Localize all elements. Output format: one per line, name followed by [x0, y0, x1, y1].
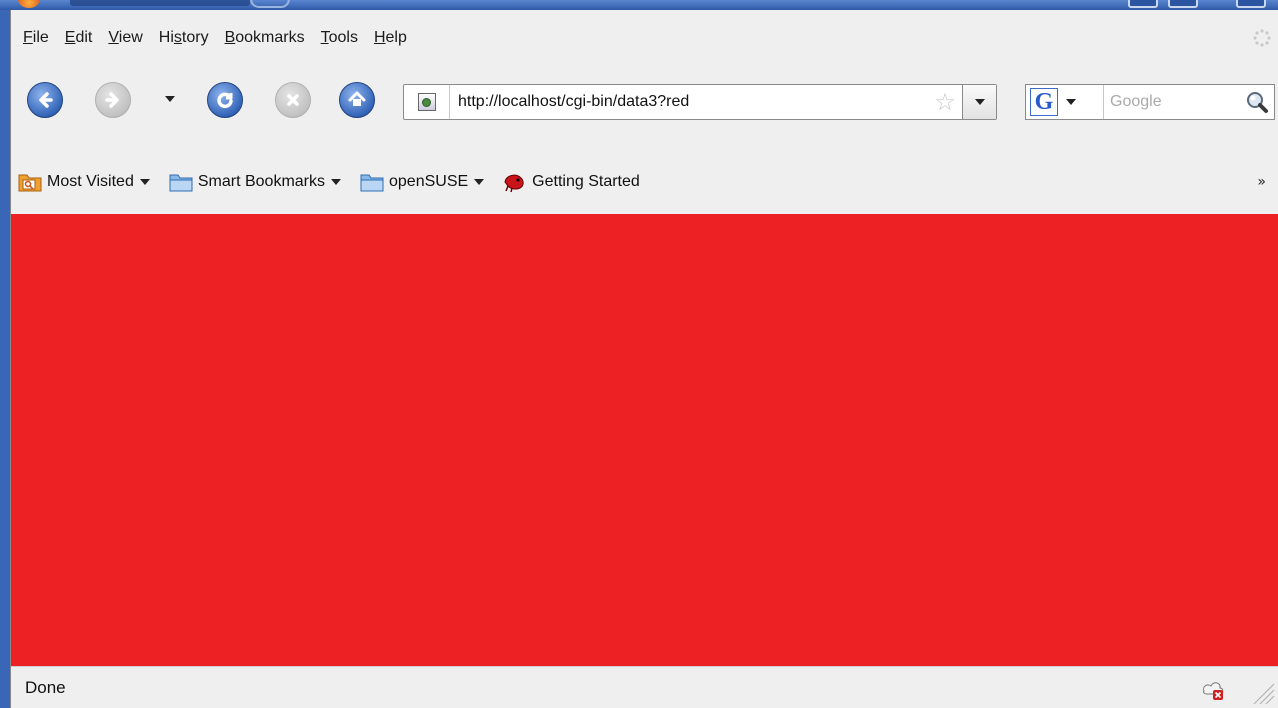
google-engine-icon: G	[1030, 88, 1058, 116]
firefox-logo-icon	[18, 0, 40, 8]
menu-view[interactable]: View	[102, 29, 148, 47]
menu-edit[interactable]: Edit	[59, 29, 99, 47]
forward-arrow-icon	[105, 92, 119, 108]
folder-icon	[169, 174, 193, 192]
menu-tools[interactable]: Tools	[315, 29, 364, 47]
bookmarks-overflow-button[interactable]: »	[1257, 174, 1266, 190]
status-text: Done	[25, 677, 66, 697]
status-bar: Done	[11, 666, 1278, 708]
window-title-decoration	[250, 0, 290, 8]
minimize-button[interactable]	[1128, 0, 1158, 8]
history-dropdown-button[interactable]	[165, 96, 175, 102]
folder-smart-icon	[18, 174, 42, 192]
bookmark-smart-bookmarks[interactable]: Smart Bookmarks	[168, 170, 341, 194]
folder-icon	[360, 174, 384, 192]
back-button[interactable]	[27, 82, 63, 118]
url-bar[interactable]: ☆	[403, 84, 997, 120]
bookmarks-toolbar: Most Visited Smart Bookmarks openSUSE Ge…	[11, 160, 1278, 204]
back-arrow-icon	[39, 92, 53, 108]
maximize-button[interactable]	[1168, 0, 1198, 8]
bookmark-opensuse[interactable]: openSUSE	[359, 170, 485, 194]
forward-button[interactable]	[95, 82, 131, 118]
chameleon-icon	[504, 174, 524, 193]
home-icon	[348, 91, 366, 106]
page-favicon-icon	[417, 93, 436, 111]
resize-grip-icon[interactable]	[1248, 678, 1276, 706]
bookmark-most-visited[interactable]: Most Visited	[17, 170, 150, 194]
window-titlebar	[0, 0, 1278, 10]
reload-icon	[217, 92, 233, 109]
url-input[interactable]	[450, 85, 928, 119]
site-identity-button[interactable]	[404, 85, 450, 119]
stop-button[interactable]	[275, 82, 311, 118]
bookmark-getting-started[interactable]: Getting Started	[502, 170, 640, 194]
menu-file[interactable]: File	[17, 29, 55, 47]
menu-history[interactable]: History	[153, 29, 215, 47]
window-title	[70, 0, 250, 6]
menu-help[interactable]: Help	[368, 29, 413, 47]
bookmark-star-icon[interactable]: ☆	[928, 85, 962, 119]
reload-button[interactable]	[207, 82, 243, 118]
menubar: File Edit View History Bookmarks Tools H…	[11, 10, 1278, 66]
url-history-dropdown[interactable]	[962, 85, 996, 119]
search-input[interactable]	[1104, 93, 1240, 111]
page-content[interactable]	[11, 214, 1278, 666]
navigation-toolbar: ☆ G	[11, 66, 1278, 150]
offline-status-icon[interactable]	[1200, 677, 1226, 701]
magnifier-icon	[1247, 92, 1268, 113]
throbber-icon	[1253, 29, 1271, 47]
stop-icon	[287, 94, 299, 106]
menu-bookmarks[interactable]: Bookmarks	[219, 29, 311, 47]
search-button[interactable]	[1240, 90, 1274, 114]
search-bar[interactable]: G	[1025, 84, 1275, 120]
close-window-button[interactable]	[1236, 0, 1266, 8]
home-button[interactable]	[339, 82, 375, 118]
chevron-down-icon	[1066, 99, 1076, 105]
search-engine-selector[interactable]: G	[1026, 85, 1104, 119]
browser-window: File Edit View History Bookmarks Tools H…	[10, 10, 1278, 708]
